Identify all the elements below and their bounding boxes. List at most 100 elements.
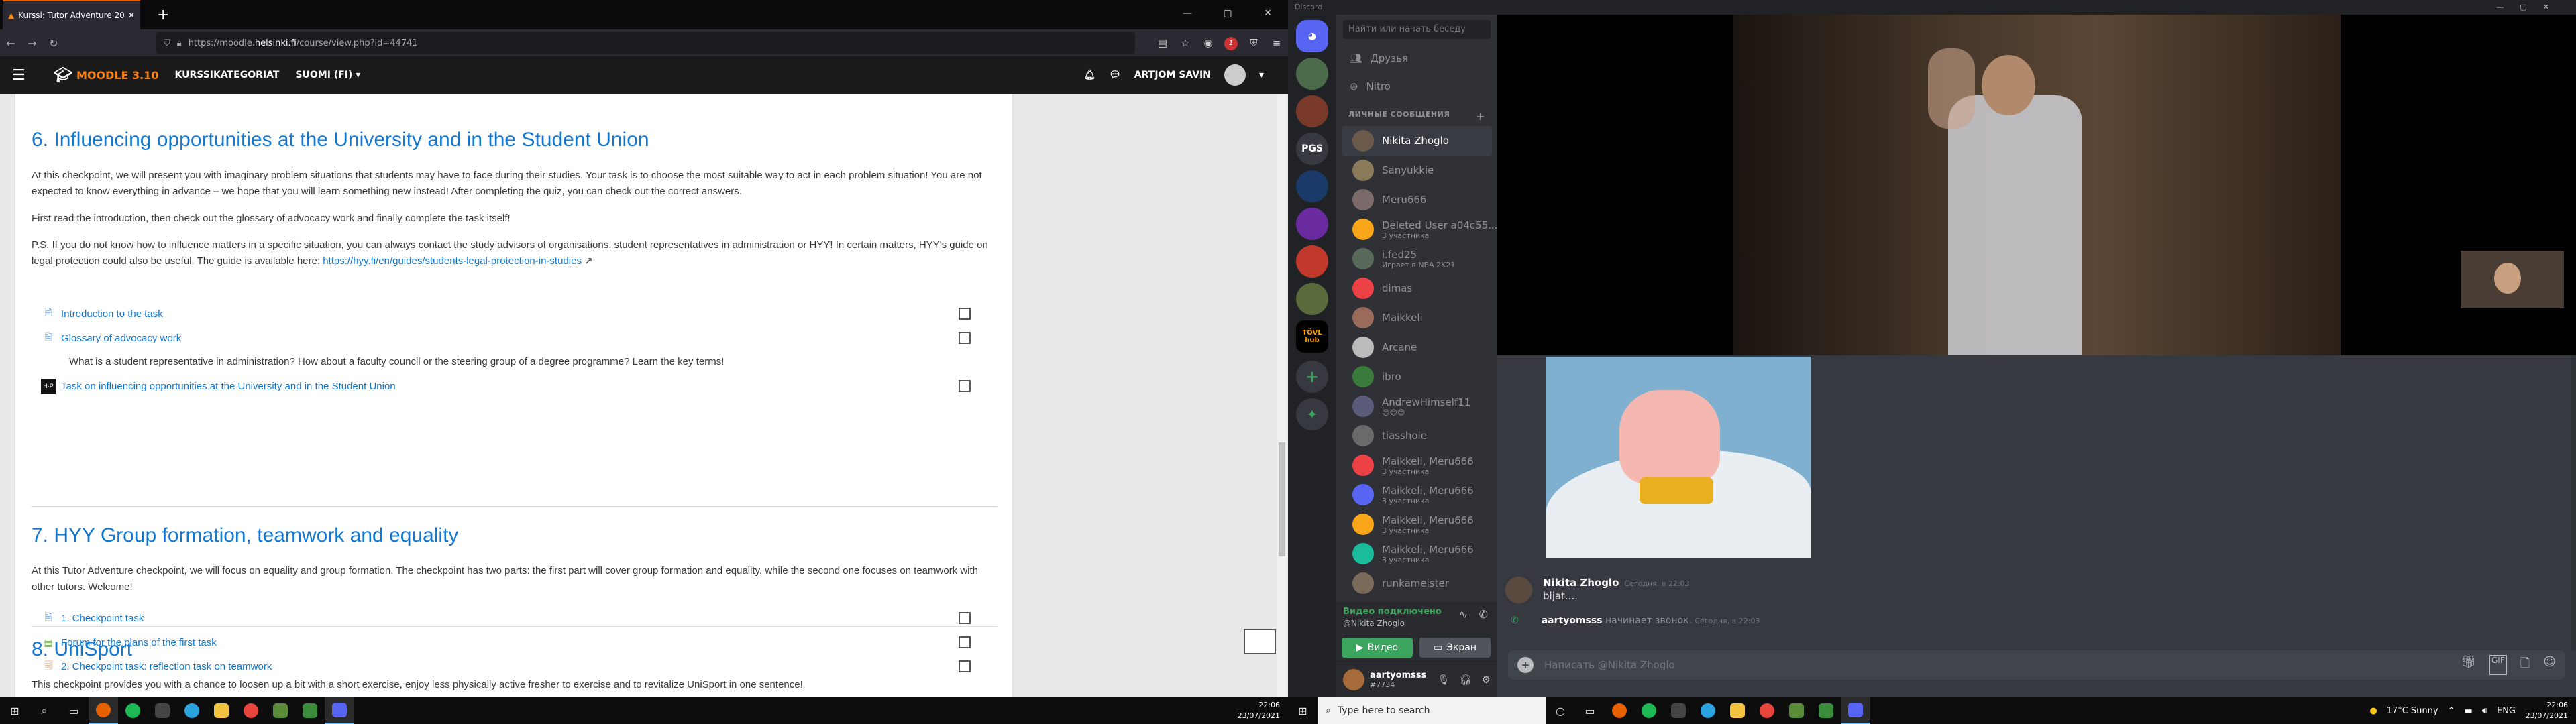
notification-bell-icon[interactable]: 🔔︎ <box>1083 70 1095 80</box>
dm-item[interactable]: Maikkeli, Meru666 3 участника <box>1342 450 1492 480</box>
shared-gif[interactable] <box>1546 357 1811 558</box>
taskbar-clock[interactable]: 22:06 23/07/2021 <box>1238 700 1280 721</box>
server-icon[interactable] <box>1296 170 1328 202</box>
server-icon[interactable] <box>1296 245 1328 278</box>
taskbar-telegram[interactable] <box>1693 697 1723 724</box>
lock-icon[interactable]: 🔒︎ <box>177 38 182 48</box>
gif-icon[interactable]: GIF <box>2489 655 2507 675</box>
reader-view-icon[interactable]: ▤ <box>1151 37 1174 49</box>
scrollbar-thumb[interactable] <box>1279 442 1285 556</box>
video-call-area[interactable] <box>1497 15 2576 355</box>
network-icon[interactable]: ▬ <box>2464 706 2472 716</box>
url-bar[interactable]: ⛉ 🔒︎ https://moodle.helsinki.fi/course/v… <box>156 32 1135 54</box>
volume-icon[interactable]: 🔊︎ <box>2482 706 2487 716</box>
dm-item[interactable]: ibro <box>1342 362 1492 391</box>
dm-item[interactable]: Meru666 <box>1342 185 1492 215</box>
emoji-icon[interactable]: ☺ <box>2543 655 2556 675</box>
bookmark-star-icon[interactable]: ☆ <box>1174 37 1197 49</box>
taskbar-discord[interactable] <box>325 697 354 724</box>
dm-item[interactable]: AndrewHimself11 😊😊😊 <box>1342 391 1492 421</box>
taskbar-chrome[interactable] <box>1752 697 1782 724</box>
completion-checkbox[interactable] <box>959 308 971 320</box>
taskbar-app[interactable] <box>1664 697 1693 724</box>
nav-categories[interactable]: KURSSIKATEGORIAT <box>175 70 280 80</box>
back-arrow-icon[interactable]: ← <box>0 37 21 50</box>
taskbar-firefox[interactable] <box>1605 697 1634 724</box>
dm-item[interactable]: Maikkeli, Meru666 3 участника <box>1342 539 1492 568</box>
forward-arrow-icon[interactable]: → <box>21 37 43 50</box>
attach-plus-icon[interactable]: + <box>1517 657 1534 673</box>
section-title[interactable]: 8. UniSport <box>32 638 998 661</box>
taskbar-search-input[interactable]: ⌕ Type here to search <box>1318 697 1546 724</box>
menu-icon[interactable]: ≡ <box>1265 37 1288 49</box>
avatar[interactable] <box>1505 577 1532 603</box>
dm-item[interactable]: Maikkeli, Meru666 3 участника <box>1342 509 1492 539</box>
nav-friends[interactable]: 👥︎ Друзья <box>1336 44 1497 72</box>
new-tab-button[interactable]: + <box>157 7 169 23</box>
nav-nitro[interactable]: ⊛ Nitro <box>1336 72 1497 101</box>
add-server-icon[interactable]: + <box>1296 361 1328 393</box>
dm-item[interactable]: Sanyukkie <box>1342 156 1492 185</box>
microphone-icon[interactable]: 🎙︎ <box>1437 674 1450 686</box>
gift-icon[interactable]: 🎁︎ <box>2461 655 2476 675</box>
taskbar-app[interactable] <box>266 697 295 724</box>
explore-compass-icon[interactable]: ✦ <box>1296 398 1328 430</box>
taskbar-spotify[interactable] <box>1634 697 1664 724</box>
activity-task[interactable]: H·P Task on influencing opportunities at … <box>32 374 998 398</box>
messages-icon[interactable]: 💬︎ <box>1109 70 1121 80</box>
maximize-button[interactable]: ▢ <box>1208 0 1248 29</box>
dm-item[interactable]: Maikkeli <box>1342 303 1492 333</box>
dm-item[interactable]: dimas <box>1342 274 1492 303</box>
server-icon[interactable] <box>1296 58 1328 90</box>
message-input[interactable]: + Написать @Nikita Zhoglo 🎁︎ GIF 🗋 ☺ <box>1508 650 2565 680</box>
taskbar-app[interactable] <box>295 697 325 724</box>
taskbar-firefox[interactable] <box>89 697 118 724</box>
task-view-icon[interactable]: ▭ <box>1575 697 1605 724</box>
task-view-icon[interactable]: ▭ <box>59 697 89 724</box>
legal-guide-link[interactable]: https://hyy.fi/en/guides/students-legal-… <box>323 255 582 267</box>
windows-start-icon[interactable]: ⊞ <box>0 697 30 724</box>
completion-checkbox[interactable] <box>959 380 971 392</box>
dm-item[interactable]: i.fed25 Играет в NBA 2K21 <box>1342 244 1492 274</box>
taskbar-explorer[interactable] <box>1723 697 1752 724</box>
taskbar-discord[interactable] <box>1841 697 1870 724</box>
close-tab-icon[interactable]: ✕ <box>128 11 135 20</box>
dm-search-input[interactable]: Найти или начать беседу <box>1343 20 1491 39</box>
moodle-logo[interactable]: 🎓︎ MOODLE 3.10 <box>54 67 159 84</box>
tray-chevron-icon[interactable]: ⌃ <box>2448 706 2455 716</box>
taskbar-telegram[interactable] <box>177 697 207 724</box>
sticker-icon[interactable]: 🗋 <box>2520 655 2530 675</box>
browser-tab-active[interactable]: ▲ Kurssi: Tutor Adventure 2021 (s... ✕ <box>3 0 140 29</box>
user-name[interactable]: ARTJOM SAVIN <box>1134 70 1211 80</box>
dm-item[interactable]: Arcane <box>1342 333 1492 362</box>
discord-home-icon[interactable]: ◕ <box>1296 20 1328 52</box>
server-tovl-hub[interactable]: TÖVL hub <box>1296 320 1328 353</box>
window-controls[interactable]: —▢✕ <box>2496 0 2565 15</box>
drawer-toggle-button[interactable] <box>1244 629 1276 654</box>
message-author[interactable]: Nikita Zhoglo <box>1543 577 1619 589</box>
noise-suppression-icon[interactable]: ∿ <box>1459 608 1468 621</box>
server-icon[interactable] <box>1296 283 1328 315</box>
chevron-down-icon[interactable]: ▾ <box>1259 70 1264 80</box>
windows-start-icon[interactable]: ⊞ <box>1288 697 1318 724</box>
language-indicator[interactable]: ENG <box>2497 706 2516 716</box>
taskbar-spotify[interactable] <box>118 697 148 724</box>
dm-item[interactable]: Deleted User a04c55... 3 участника <box>1342 215 1497 244</box>
avatar[interactable] <box>1224 64 1246 86</box>
completion-checkbox[interactable] <box>959 332 971 344</box>
extension-icon[interactable]: 1 <box>1220 36 1242 50</box>
page-scrollbar[interactable] <box>1277 94 1287 697</box>
taskbar-app[interactable] <box>148 697 177 724</box>
server-icon[interactable] <box>1296 95 1328 127</box>
chat-scrollbar[interactable] <box>2571 355 2576 650</box>
hamburger-menu-icon[interactable]: ☰ <box>0 67 38 84</box>
section-title[interactable]: 6. Influencing opportunities at the Univ… <box>32 129 998 152</box>
taskbar-app[interactable] <box>1811 697 1841 724</box>
disconnect-icon[interactable]: ✆ <box>1479 608 1488 621</box>
screen-share-button[interactable]: ▭ Экран <box>1419 638 1491 658</box>
remote-video[interactable] <box>1733 15 2341 355</box>
reload-icon[interactable]: ↻ <box>43 37 64 50</box>
cortana-icon[interactable]: ○ <box>1546 697 1575 724</box>
minimize-button[interactable]: — <box>1167 0 1208 29</box>
dm-item[interactable]: tiasshole <box>1342 421 1492 450</box>
